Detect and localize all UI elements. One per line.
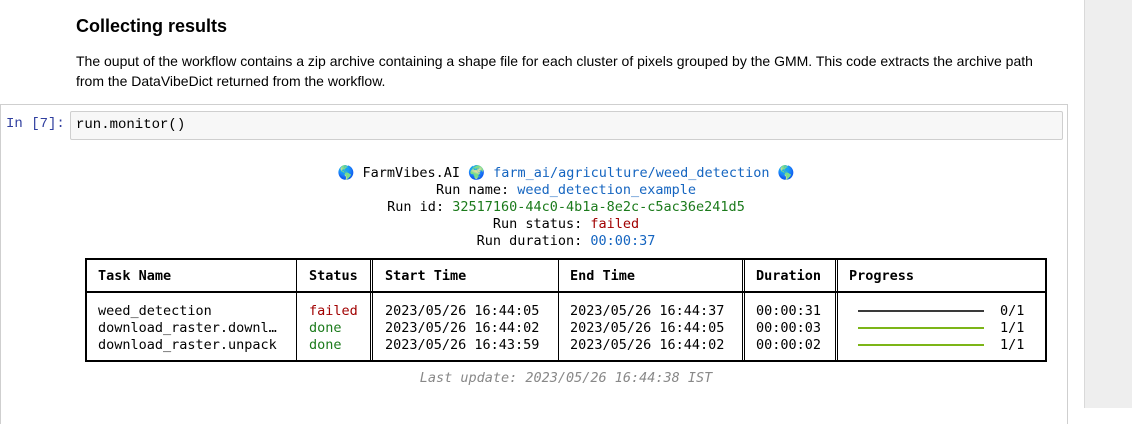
run-duration-label: Run duration: — [476, 233, 583, 249]
table-row-task: weed_detection — [98, 303, 212, 319]
progress-bar — [858, 310, 984, 312]
globe-icon: 🌎 — [337, 165, 355, 181]
header-task-name: Task Name — [98, 268, 172, 284]
header-end-time: End Time — [570, 268, 636, 284]
globe-icon: 🌎 — [777, 165, 795, 181]
table-row-progress-text: 0/1 — [1000, 303, 1025, 319]
run-status-line: Run status: failed — [86, 216, 1046, 233]
table-row-start: 2023/05/26 16:44:02 — [385, 320, 540, 336]
column-divider — [370, 260, 373, 360]
run-duration-value: 00:00:37 — [590, 233, 656, 249]
run-id-value: 32517160-44c0-4b1a-8e2c-c5ac36e241d5 — [452, 199, 745, 215]
table-row-status: done — [309, 320, 342, 336]
run-status-label: Run status: — [492, 216, 583, 232]
column-divider — [742, 260, 745, 360]
markdown-paragraph: The ouput of the workflow contains a zip… — [76, 53, 1033, 89]
header-start-time: Start Time — [385, 268, 467, 284]
globe-icon: 🌍 — [468, 165, 485, 181]
run-id-label: Run id: — [387, 199, 445, 215]
output-title-line: 🌎 FarmVibes.AI 🌍 farm_ai/agriculture/wee… — [86, 165, 1046, 182]
table-row-duration: 00:00:03 — [756, 320, 822, 336]
section-heading: Collecting results — [76, 16, 228, 36]
table-row-task: download_raster.downl… — [98, 320, 277, 336]
run-status-value: failed — [590, 216, 640, 232]
header-duration: Duration — [756, 268, 822, 284]
table-row-end: 2023/05/26 16:44:05 — [570, 320, 725, 336]
table-row-start: 2023/05/26 16:44:05 — [385, 303, 540, 319]
progress-bar — [858, 344, 984, 346]
table-row-status: done — [309, 337, 342, 353]
table-row-end: 2023/05/26 16:44:02 — [570, 337, 725, 353]
run-id-line: Run id: 32517160-44c0-4b1a-8e2c-c5ac36e2… — [86, 199, 1046, 216]
code-input[interactable]: run.monitor() — [70, 111, 1063, 140]
progress-bar — [858, 327, 984, 329]
run-name-value: weed_detection_example — [517, 182, 697, 198]
header-status: Status — [309, 268, 358, 284]
run-name-line: Run name: weed_detection_example — [86, 182, 1046, 199]
table-row-status: failed — [309, 303, 358, 319]
right-gutter — [1084, 0, 1132, 408]
header-progress: Progress — [849, 268, 915, 284]
run-name-label: Run name: — [435, 182, 510, 198]
table-row-duration: 00:00:02 — [756, 337, 822, 353]
column-divider — [835, 260, 838, 360]
brand-name: FarmVibes.AI — [362, 165, 461, 181]
column-divider — [296, 260, 297, 360]
table-row-start: 2023/05/26 16:43:59 — [385, 337, 540, 353]
table-row-end: 2023/05/26 16:44:37 — [570, 303, 725, 319]
column-divider — [558, 260, 559, 360]
run-duration-line: Run duration: 00:00:37 — [86, 233, 1046, 250]
last-update: Last update: 2023/05/26 16:44:38 IST — [419, 370, 713, 386]
cell-prompt: In [7]: — [6, 116, 65, 132]
workflow-link[interactable]: farm_ai/agriculture/weed_detection — [493, 165, 769, 181]
task-table: Task Name Status Start Time End Time Dur… — [85, 258, 1047, 362]
table-row-progress-text: 1/1 — [1000, 320, 1025, 336]
table-row-progress-text: 1/1 — [1000, 337, 1025, 353]
table-row-task: download_raster.unpack — [98, 337, 277, 353]
table-row-duration: 00:00:31 — [756, 303, 822, 319]
